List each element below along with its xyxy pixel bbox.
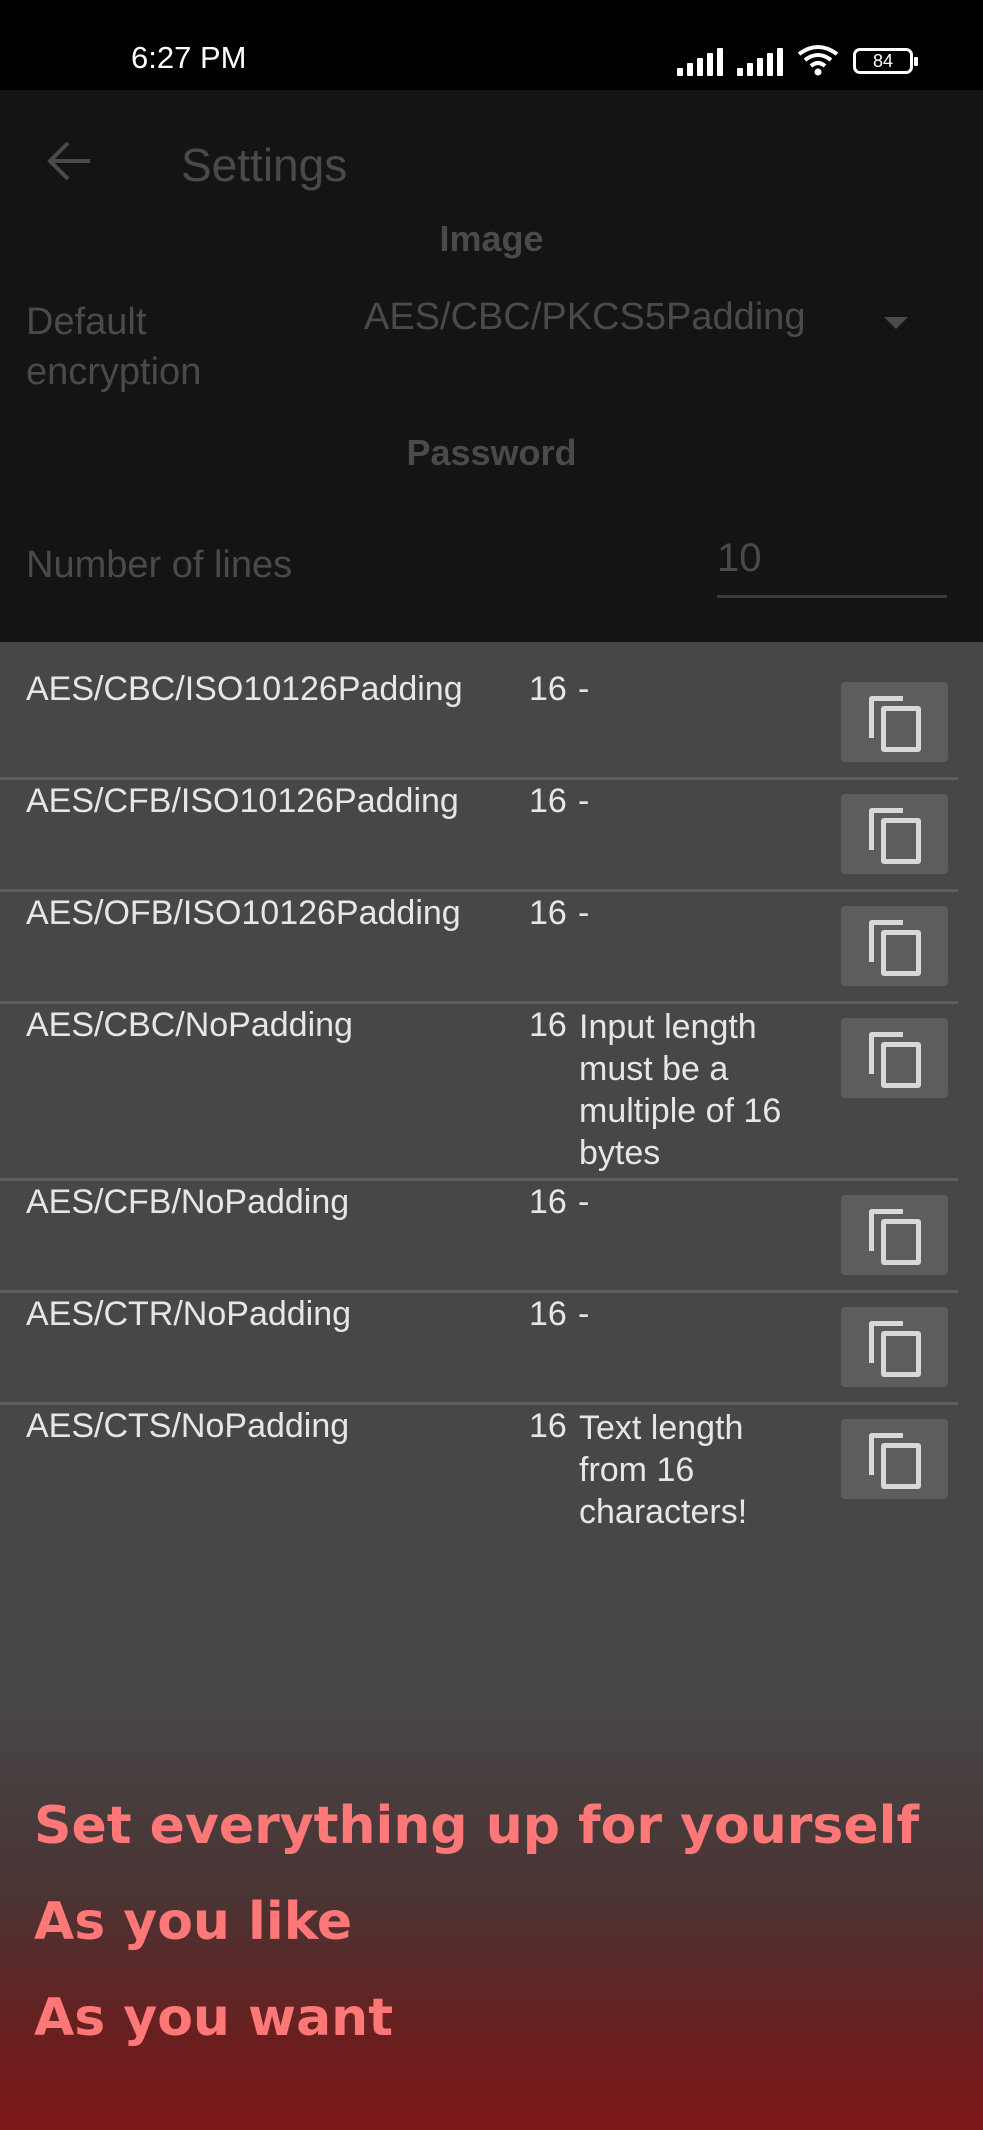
cipher-size: 16 [529,782,567,820]
divider [0,1402,958,1405]
copy-button[interactable] [841,1419,948,1499]
cipher-size: 16 [529,894,567,932]
cipher-note: - [578,782,590,820]
cipher-note: - [578,1183,590,1221]
cipher-name: AES/CBC/ISO10126Padding [26,670,463,708]
copy-button[interactable] [841,1307,948,1387]
copy-button[interactable] [841,906,948,986]
cipher-note: Text length from 16 characters! [579,1409,748,1531]
cipher-size: 16 [529,670,567,708]
default-encryption-label: Default encryption [26,301,202,393]
cipher-size: 16 [529,1006,567,1044]
cipher-size: 16 [529,1183,567,1221]
signal-icon [737,48,783,76]
divider [0,1178,958,1181]
cipher-name: AES/CBC/NoPadding [26,1006,353,1044]
page-title: Settings [181,139,348,191]
dropdown-arrow-icon[interactable] [884,317,908,329]
battery-level: 84 [872,50,894,71]
signal-icon [677,48,723,76]
app-bar: Settings [0,90,983,230]
copy-button[interactable] [841,682,948,762]
divider [0,1001,958,1004]
cipher-name: AES/CTS/NoPadding [26,1407,350,1445]
cipher-name: AES/OFB/ISO10126Padding [26,894,461,932]
default-encryption-dropdown[interactable]: AES/CBC/PKCS5Padding [364,296,805,339]
number-of-lines-input[interactable]: 10 [717,536,947,598]
cipher-name: AES/CTR/NoPadding [26,1295,352,1333]
status-bar: 6:27 PM 84 [0,0,983,90]
status-icons: 84 [677,44,918,76]
cipher-note: Input length must be a multiple of 16 by… [579,1008,782,1172]
copy-button[interactable] [841,794,948,874]
copy-button[interactable] [841,1018,948,1098]
number-of-lines-label: Number of lines [26,544,293,586]
promo-line-2: As you like [34,1892,353,1952]
cipher-name: AES/CFB/ISO10126Padding [26,782,459,820]
status-time: 6:27 PM [131,40,247,75]
back-arrow-icon[interactable] [46,140,92,182]
cipher-size: 16 [529,1407,567,1445]
cipher-note: - [578,670,590,708]
section-title-password: Password [406,432,577,473]
promo-line-3: As you want [34,1988,394,2048]
cipher-name: AES/CFB/NoPadding [26,1183,350,1221]
battery-icon: 84 [853,48,918,74]
cipher-note: - [578,1295,590,1333]
wifi-icon [797,45,839,76]
divider [0,1290,958,1293]
cipher-note: - [578,894,590,932]
section-title-image: Image [439,218,544,259]
number-of-lines-value: 10 [717,536,762,580]
promo-line-1: Set everything up for yourself [34,1796,920,1856]
cipher-size: 16 [529,1295,567,1333]
divider [0,777,958,780]
divider [0,889,958,892]
copy-button[interactable] [841,1195,948,1275]
